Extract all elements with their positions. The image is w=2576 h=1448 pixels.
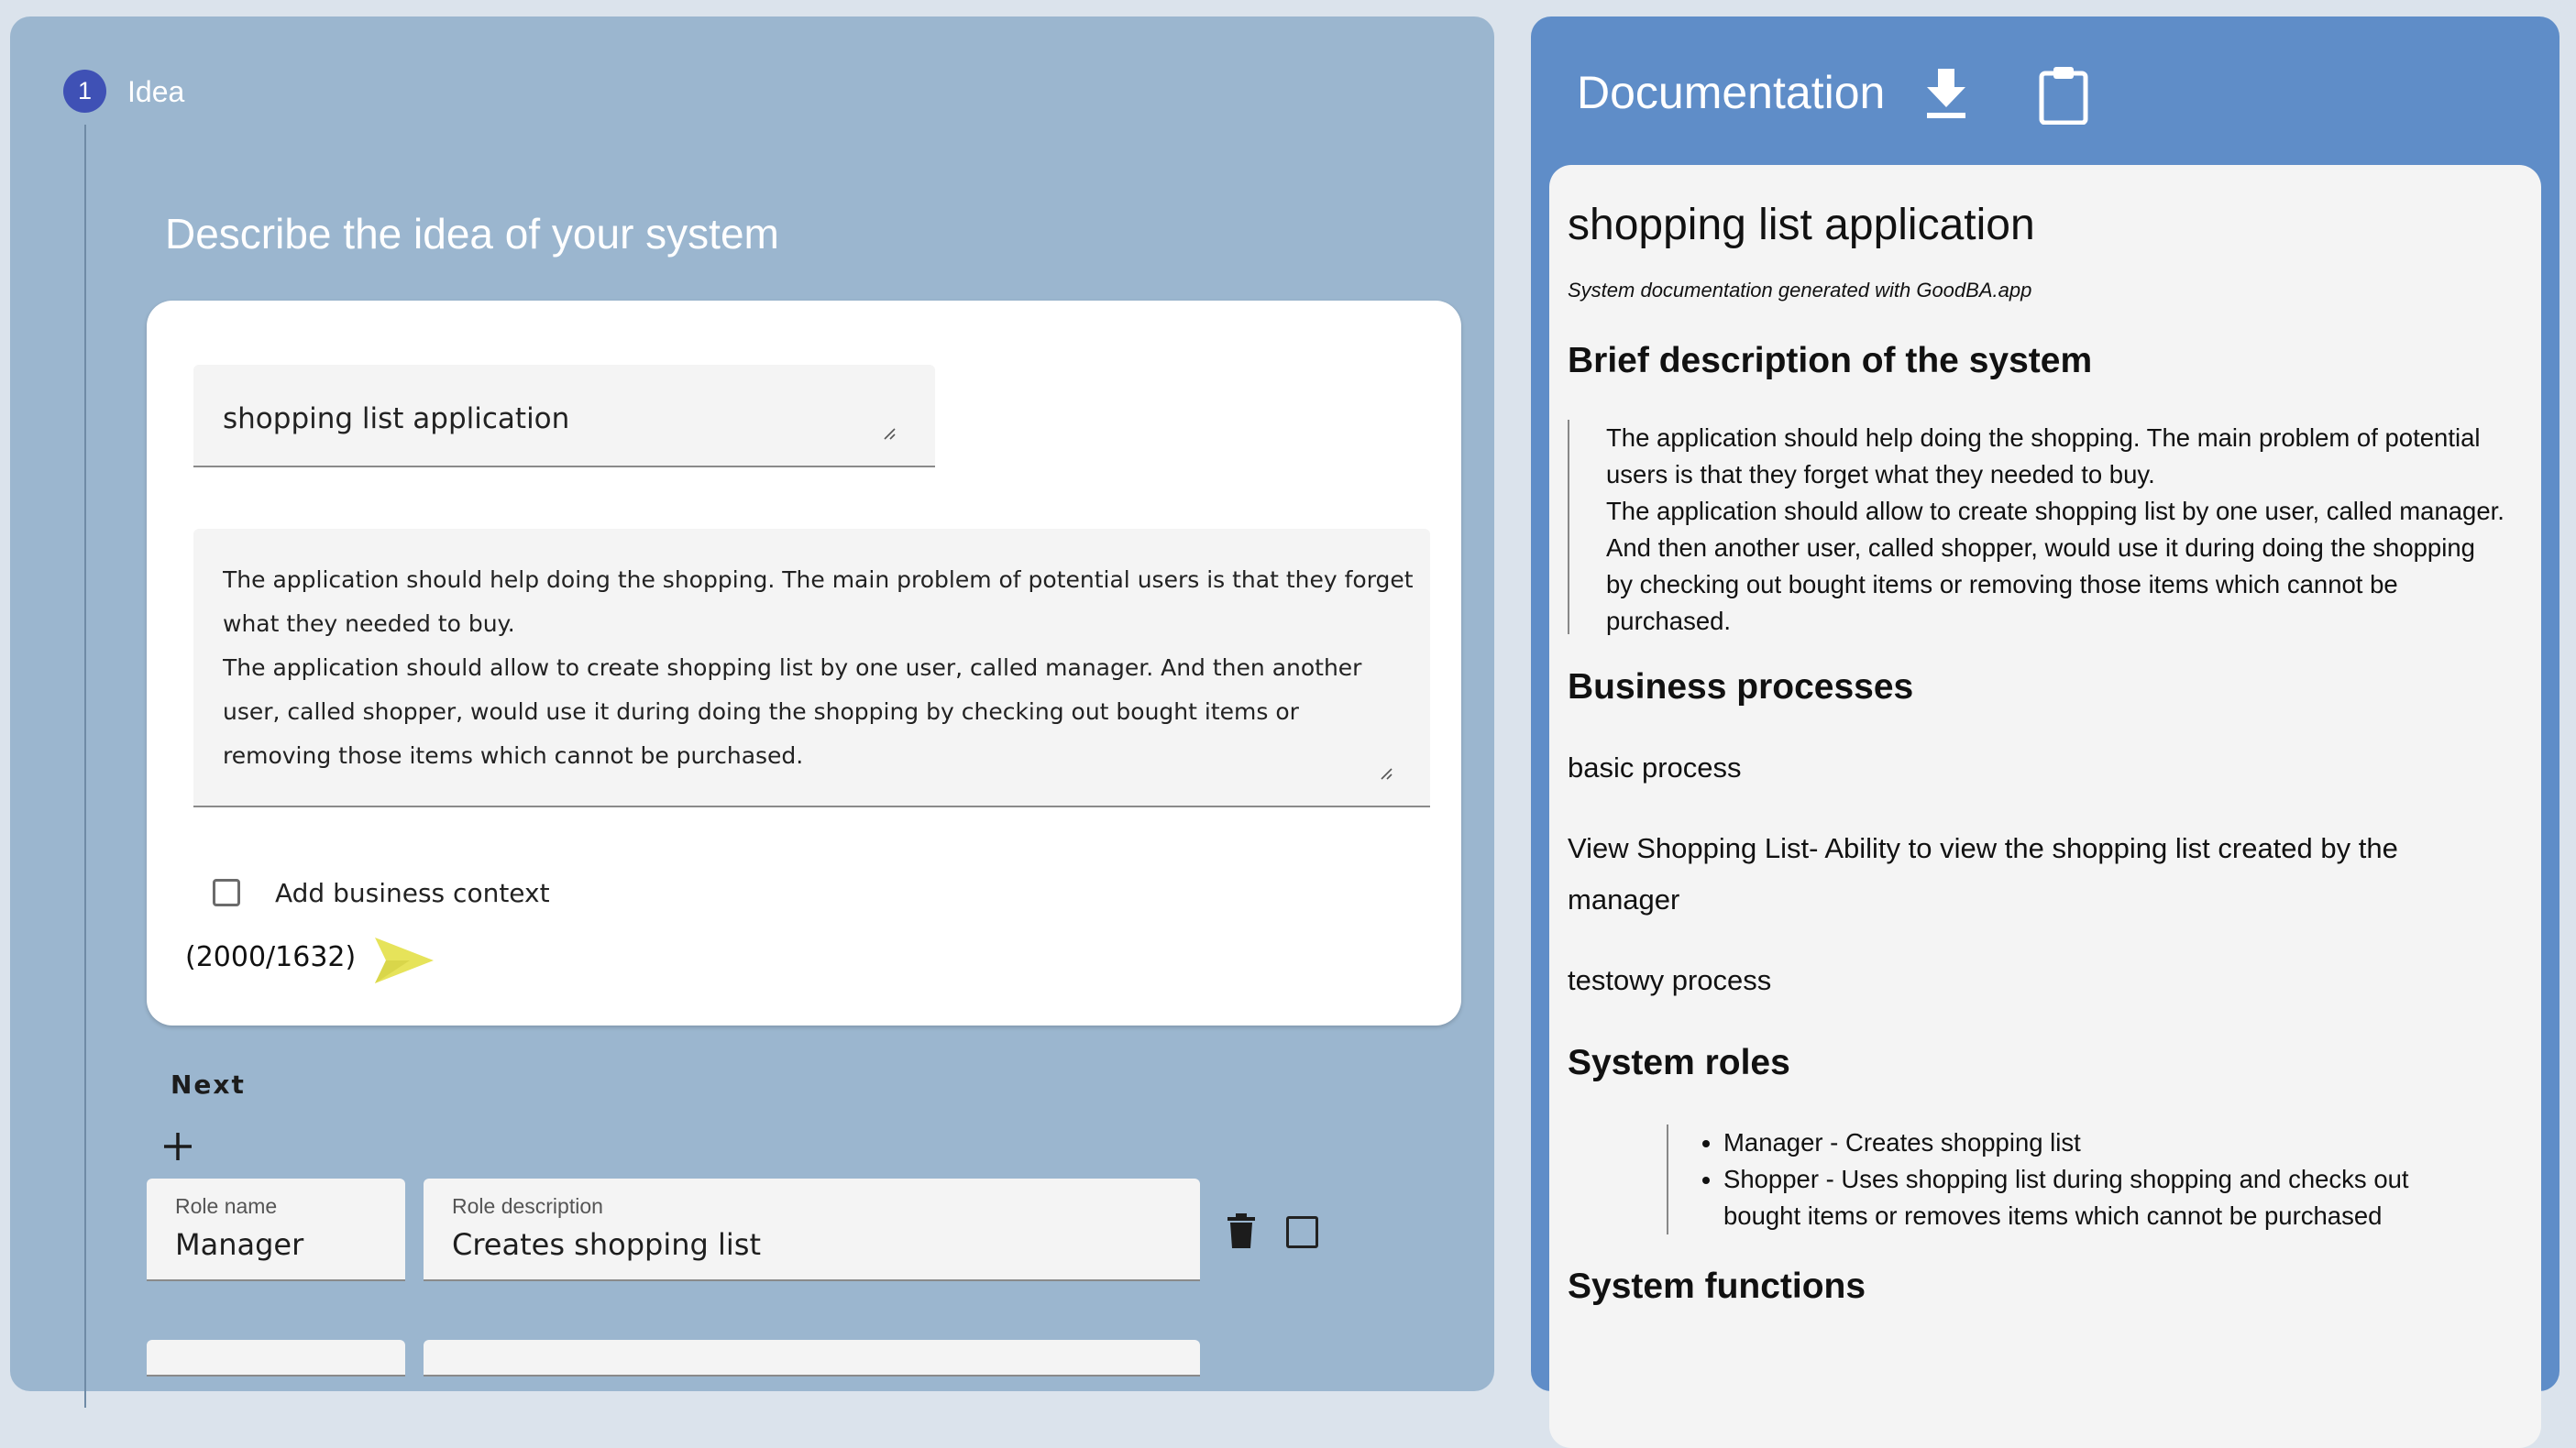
doc-generated-note: System documentation generated with Good…	[1568, 279, 2032, 302]
system-name-field[interactable]: shopping list application	[193, 365, 935, 467]
send-icon[interactable]	[373, 935, 435, 986]
resize-grip-icon[interactable]	[881, 425, 896, 440]
doc-roles-list: Manager - Creates shopping list Shopper …	[1667, 1124, 2492, 1234]
role-name-field[interactable]: Role name Manager	[147, 1179, 405, 1281]
doc-role-item: Shopper - Uses shopping list during shop…	[1723, 1161, 2492, 1234]
role-select-checkbox[interactable]	[1286, 1216, 1318, 1248]
role-name-label: Role name	[175, 1194, 278, 1218]
system-description-input[interactable]: The application should help doing the sh…	[223, 558, 1415, 787]
section-title: Describe the idea of your system	[165, 210, 779, 258]
character-counter: (2000/1632)	[185, 941, 357, 973]
role-name-field-empty[interactable]	[147, 1340, 405, 1377]
business-context-label[interactable]: Add business context	[275, 874, 550, 913]
documentation-panel: Documentation shopping list application …	[1531, 16, 2559, 1448]
role-description-value[interactable]: Creates shopping list	[452, 1224, 761, 1265]
step-label[interactable]: Idea	[127, 71, 184, 112]
doc-functions-heading: System functions	[1568, 1267, 1866, 1306]
doc-processes-heading: Business processes	[1568, 667, 1914, 707]
role-description-field-empty[interactable]	[424, 1340, 1200, 1377]
documentation-preview: shopping list application System documen…	[1549, 165, 2541, 1448]
documentation-title: Documentation	[1577, 67, 1886, 118]
role-name-value[interactable]: Manager	[175, 1224, 303, 1265]
next-button[interactable]: Next	[171, 1065, 246, 1105]
idea-form-card: shopping list application The applicatio…	[147, 301, 1461, 1026]
stepper-connector-line	[84, 125, 86, 1408]
step-number-badge[interactable]: 1	[63, 70, 106, 113]
plus-icon[interactable]	[160, 1128, 196, 1165]
role-description-label: Role description	[452, 1194, 603, 1218]
clipboard-icon[interactable]	[2037, 64, 2090, 125]
doc-brief-heading: Brief description of the system	[1568, 341, 2093, 380]
trash-icon[interactable]	[1226, 1212, 1257, 1249]
doc-brief-text: The application should help doing the sh…	[1606, 423, 2504, 635]
doc-process-item: testowy process	[1568, 964, 1772, 996]
resize-grip-icon[interactable]	[1378, 765, 1393, 780]
doc-roles-heading: System roles	[1568, 1043, 1790, 1082]
system-description-field[interactable]: The application should help doing the sh…	[193, 529, 1430, 807]
doc-process-item: View Shopping List- Ability to view the …	[1568, 832, 2398, 916]
business-context-checkbox[interactable]	[213, 879, 240, 906]
doc-process-item: basic process	[1568, 751, 1742, 784]
doc-role-item: Manager - Creates shopping list	[1723, 1124, 2492, 1161]
doc-brief-quote: The application should help doing the sh…	[1568, 420, 2521, 635]
download-icon[interactable]	[1923, 67, 1969, 120]
doc-system-title: shopping list application	[1568, 201, 2035, 249]
system-name-input[interactable]: shopping list application	[223, 399, 883, 441]
role-description-field[interactable]: Role description Creates shopping list	[424, 1179, 1200, 1281]
